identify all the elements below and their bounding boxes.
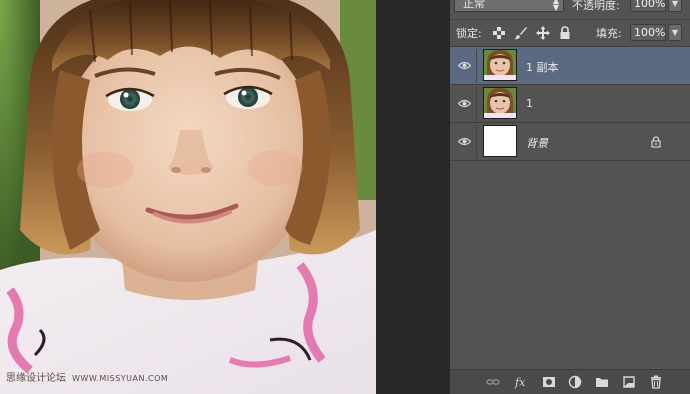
svg-text:fx: fx — [514, 376, 526, 389]
trash-icon[interactable] — [649, 375, 663, 389]
opacity-label: 不透明度: — [572, 0, 620, 12]
layer-thumbnail — [483, 49, 517, 81]
lock-move-icon[interactable] — [536, 26, 550, 40]
eye-icon — [458, 137, 471, 146]
blend-row: 正常 ▲ ▼ 不透明度: 100% ▼ — [450, 0, 690, 16]
mask-icon[interactable] — [542, 375, 556, 389]
select-arrows-icon: ▲ ▼ — [552, 0, 559, 12]
watermark-site: WWW.MISSYUAN.COM — [72, 374, 169, 383]
opacity-dropdown-icon[interactable]: ▼ — [668, 0, 682, 12]
lock-transparent-icon[interactable] — [492, 26, 506, 40]
lock-brush-icon[interactable] — [514, 26, 528, 40]
blend-mode-select[interactable]: 正常 ▲ ▼ — [454, 0, 564, 12]
layer-row-copy[interactable]: 1 副本 — [450, 47, 690, 85]
document-canvas[interactable]: 思缘设计论坛 WWW.MISSYUAN.COM — [0, 0, 376, 394]
layer-thumbnail — [483, 125, 517, 157]
adjustment-icon[interactable] — [568, 375, 582, 389]
layer-row-1[interactable]: 1 — [450, 85, 690, 123]
watermark: 思缘设计论坛 WWW.MISSYUAN.COM — [6, 369, 168, 384]
lock-all-icon[interactable] — [558, 26, 572, 40]
portrait-photo — [0, 0, 376, 394]
visibility-toggle[interactable] — [454, 125, 477, 159]
layer-row-background[interactable]: 背景 — [450, 123, 690, 161]
fill-field[interactable]: 100% — [630, 24, 666, 41]
watermark-label: 思缘设计论坛 — [6, 373, 66, 384]
layer-name[interactable]: 背景 — [526, 135, 548, 151]
link-icon[interactable] — [486, 375, 500, 389]
folder-icon[interactable] — [595, 375, 609, 389]
layers-panel-footer: fx — [450, 369, 690, 394]
fx-icon[interactable]: fx — [514, 375, 528, 389]
blend-mode-value: 正常 — [463, 0, 485, 10]
layer-list: 1 副本 1 背景 — [450, 47, 690, 161]
layer-name[interactable]: 1 — [526, 97, 533, 110]
eye-icon — [458, 61, 471, 70]
visibility-toggle[interactable] — [454, 87, 477, 121]
lock-label: 锁定: — [456, 27, 482, 40]
fill-label: 填充: — [596, 27, 622, 40]
workspace-background — [376, 0, 450, 394]
layers-panel: 正常 ▲ ▼ 不透明度: 100% ▼ 锁定: 填充: 100% ▼ 1 副本 … — [450, 0, 690, 394]
new-layer-icon[interactable] — [622, 375, 636, 389]
visibility-toggle[interactable] — [454, 49, 477, 83]
layer-name[interactable]: 1 副本 — [526, 59, 559, 75]
lock-icon — [651, 136, 661, 148]
fill-dropdown-icon[interactable]: ▼ — [668, 24, 682, 41]
layer-thumbnail — [483, 87, 517, 119]
layer-list-empty-area — [450, 164, 690, 370]
lock-row: 锁定: 填充: 100% ▼ — [450, 19, 690, 47]
opacity-field[interactable]: 100% — [630, 0, 666, 12]
eye-icon — [458, 99, 471, 108]
